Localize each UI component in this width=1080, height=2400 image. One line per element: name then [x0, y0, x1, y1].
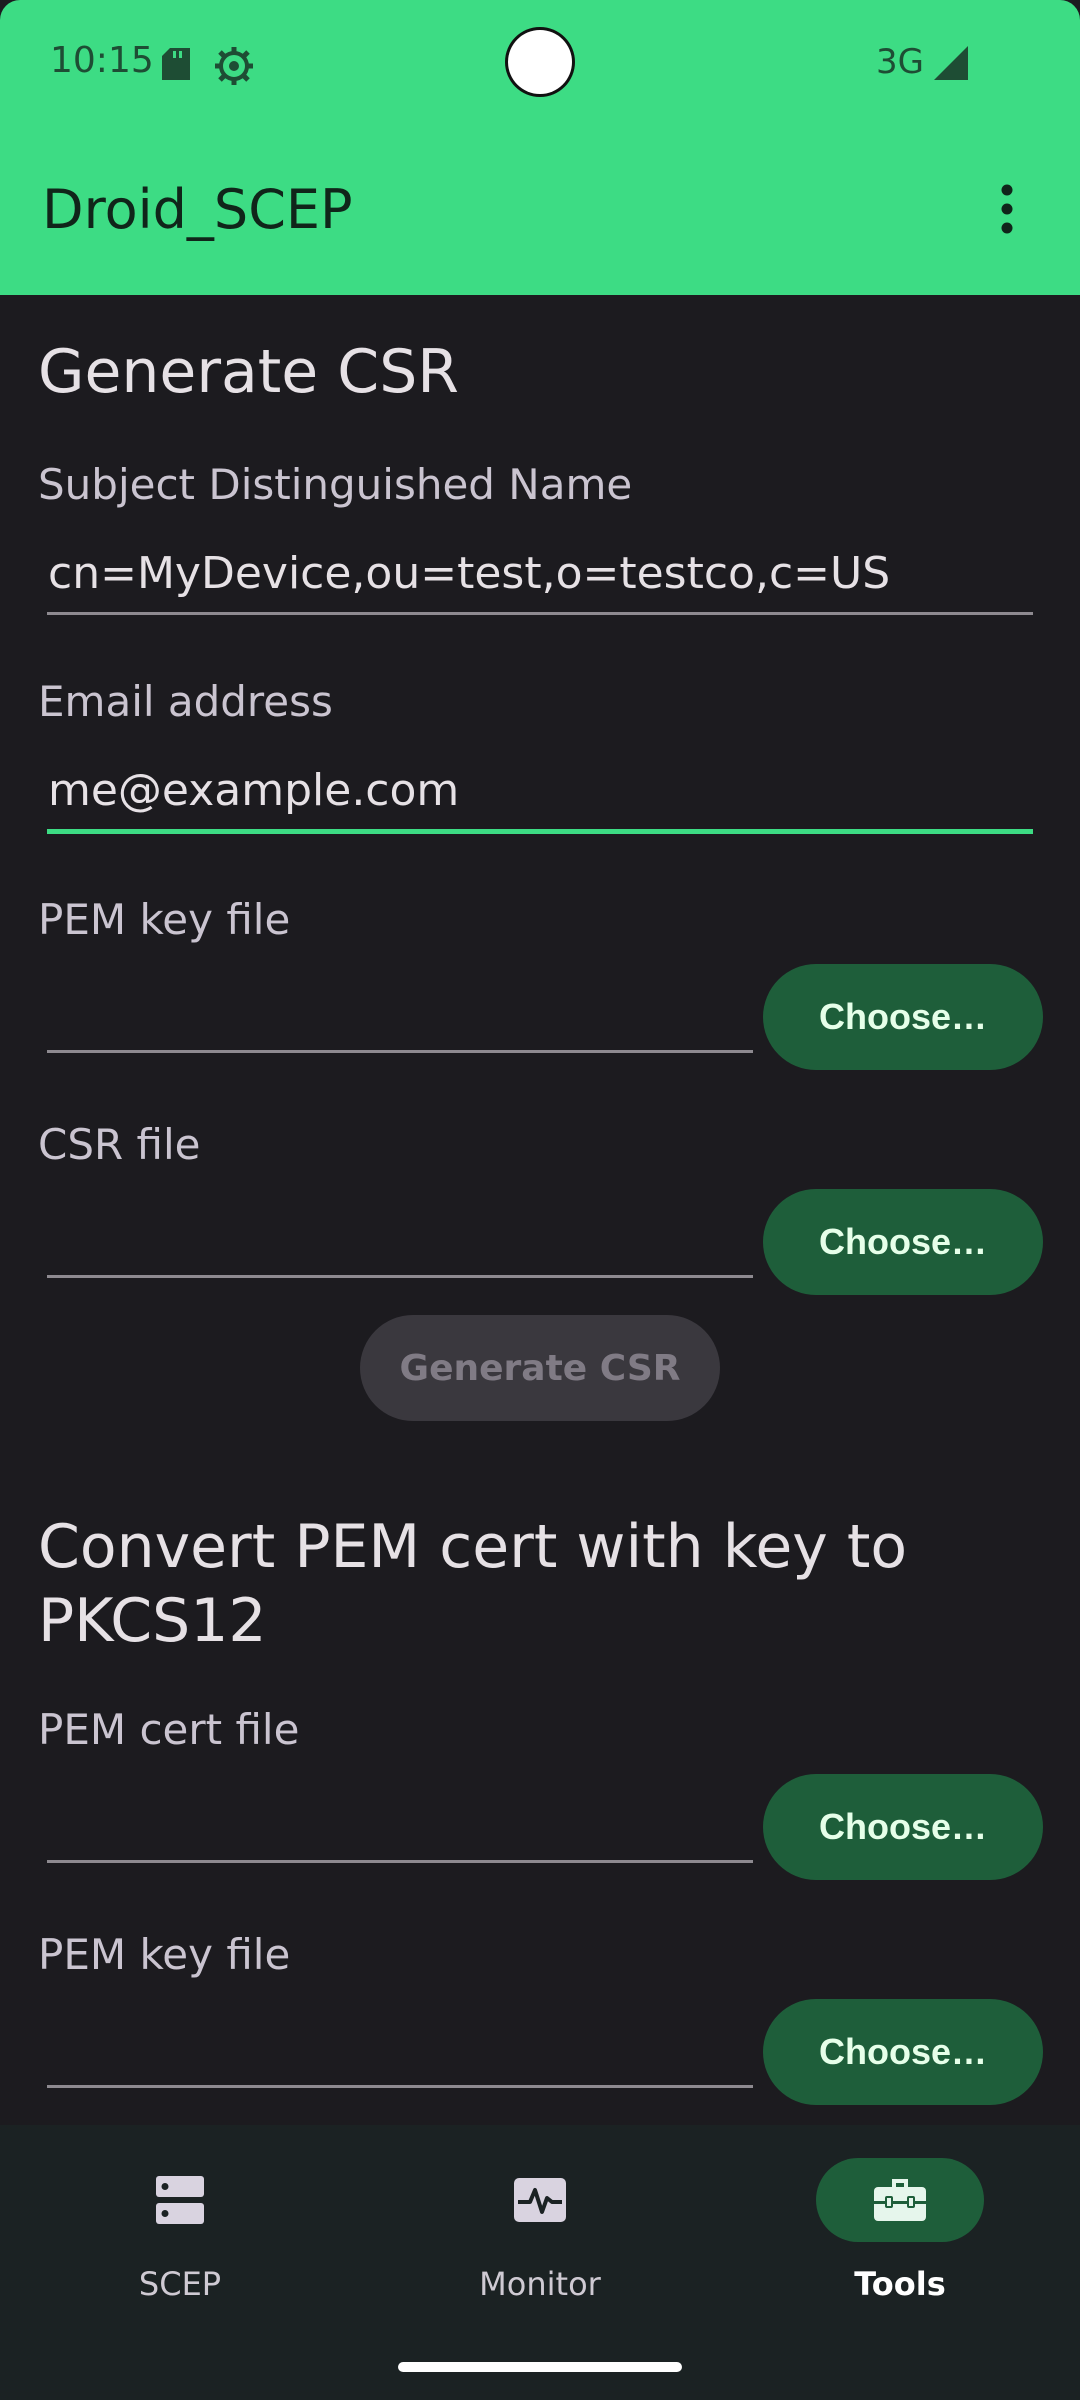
server-icon	[96, 2158, 264, 2242]
pem-cert-choose-button[interactable]: Choose…	[763, 1774, 1043, 1880]
pem-cert-input[interactable]	[47, 1860, 753, 1863]
pem-key2-choose-button[interactable]: Choose…	[763, 1999, 1043, 2105]
pem-cert-label: PEM cert file	[38, 1705, 300, 1754]
csr-file-input[interactable]	[47, 1275, 753, 1278]
toolbox-icon	[816, 2158, 984, 2242]
convert-pkcs12-heading: Convert PEM cert with key to PKCS12	[38, 1510, 907, 1658]
network-type: 3G	[876, 42, 924, 82]
status-time: 10:15	[50, 40, 154, 81]
monitor-heartbeat-icon	[456, 2158, 624, 2242]
nav-label-monitor: Monitor	[479, 2265, 601, 2303]
nav-item-monitor[interactable]: Monitor	[360, 2125, 720, 2325]
email-input[interactable]: me@example.com	[48, 765, 459, 816]
csr-file-choose-button[interactable]: Choose…	[763, 1189, 1043, 1295]
overflow-menu-icon[interactable]	[990, 184, 1024, 238]
generate-csr-button[interactable]: Generate CSR	[360, 1315, 720, 1421]
subject-dn-underline	[47, 612, 1033, 615]
pem-key-choose-button[interactable]: Choose…	[763, 964, 1043, 1070]
subject-dn-label: Subject Distinguished Name	[38, 460, 633, 509]
pem-key2-input[interactable]	[47, 2085, 753, 2088]
generate-csr-heading: Generate CSR	[38, 337, 459, 407]
csr-file-label: CSR file	[38, 1120, 201, 1169]
subject-dn-input[interactable]: cn=MyDevice,ou=test,o=testco,c=US	[48, 548, 890, 599]
email-underline	[47, 829, 1033, 834]
tools-content[interactable]: Generate CSR Subject Distinguished Name …	[0, 295, 1080, 2125]
pem-key-label: PEM key file	[38, 895, 291, 944]
nav-item-tools[interactable]: Tools	[720, 2125, 1080, 2325]
sd-card-icon	[162, 48, 190, 84]
front-camera	[508, 30, 572, 94]
home-indicator[interactable]	[398, 2362, 682, 2372]
email-label: Email address	[38, 677, 333, 726]
convert-heading-line1: Convert PEM cert with key to	[38, 1512, 908, 1582]
nav-label-tools: Tools	[854, 2265, 946, 2303]
top-app-area: 10:15 3G Droid_SCEP	[0, 0, 1080, 295]
nav-item-scep[interactable]: SCEP	[0, 2125, 360, 2325]
convert-heading-line2: PKCS12	[38, 1586, 267, 1656]
bottom-navigation: SCEP Monitor Tools	[0, 2125, 1080, 2400]
signal-strength-icon	[934, 46, 968, 84]
settings-gear-icon	[214, 46, 254, 90]
pem-key2-label: PEM key file	[38, 1930, 291, 1979]
app-title: Droid_SCEP	[42, 178, 353, 241]
pem-key-input[interactable]	[47, 1050, 753, 1053]
nav-label-scep: SCEP	[138, 2265, 222, 2303]
